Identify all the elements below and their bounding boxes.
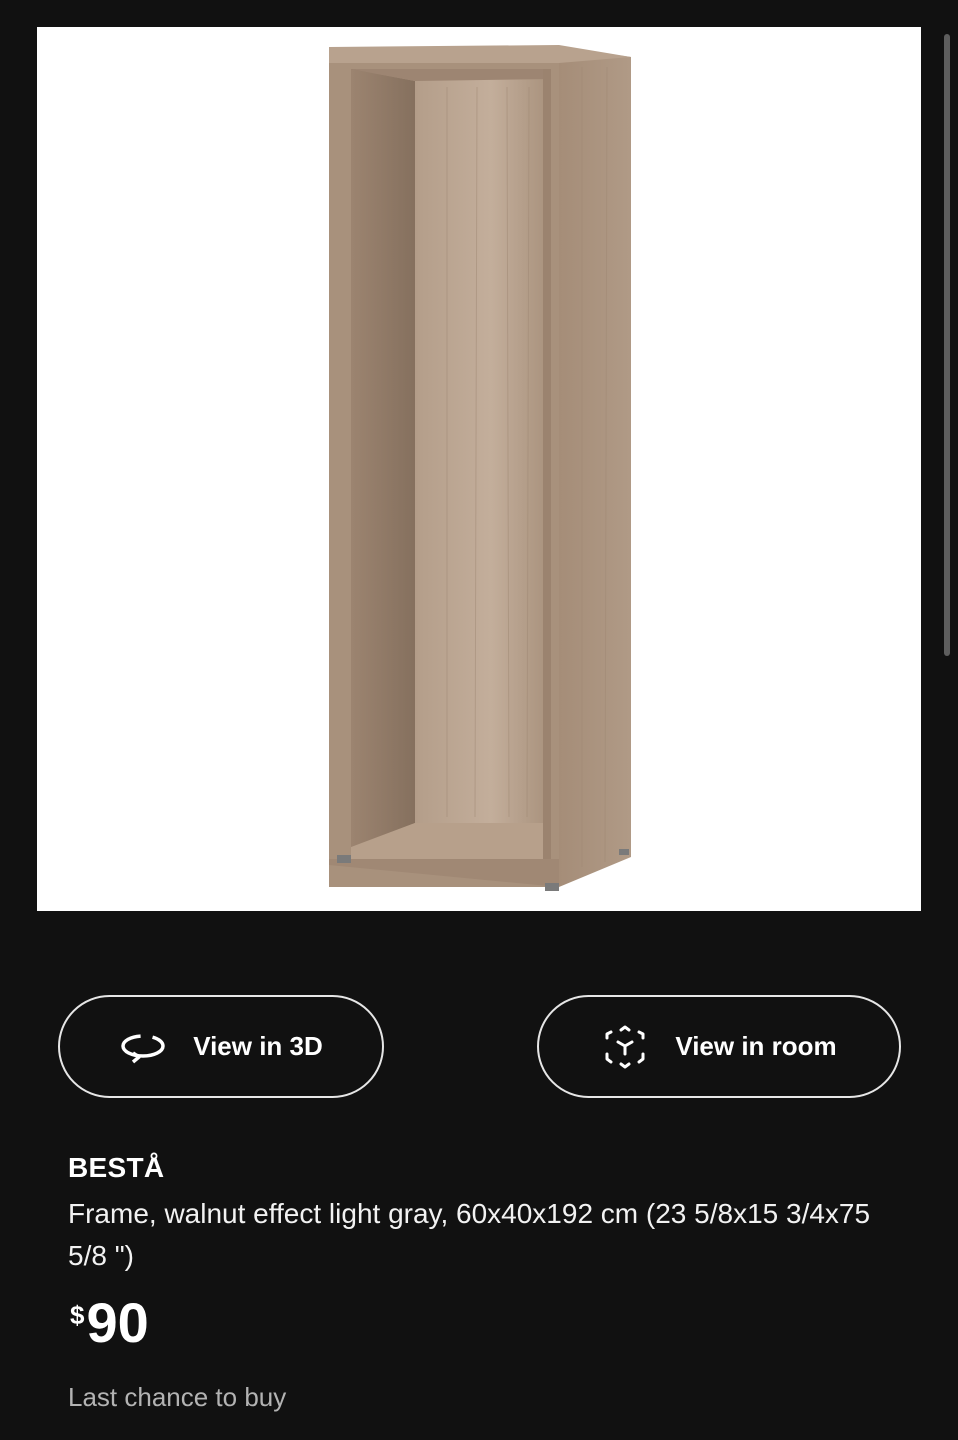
rotate-3d-icon: [119, 1023, 167, 1071]
price-currency: $: [70, 1300, 85, 1330]
ar-cube-icon: [601, 1023, 649, 1071]
scrollbar[interactable]: [944, 34, 950, 656]
product-description: Frame, walnut effect light gray, 60x40x1…: [68, 1198, 871, 1271]
wood-frame-illustration: [329, 45, 631, 891]
view-in-room-button[interactable]: View in room: [537, 995, 901, 1098]
product-name[interactable]: BESTÅ: [68, 1152, 164, 1184]
view-in-3d-label: View in 3D: [193, 1031, 323, 1061]
price-amount: 90: [86, 1291, 149, 1354]
view-in-3d-button[interactable]: View in 3D: [58, 995, 384, 1098]
product-price: $ 90: [70, 1290, 149, 1356]
view-in-room-label: View in room: [675, 1031, 837, 1061]
availability-status: Last chance to buy: [68, 1382, 287, 1412]
product-image[interactable]: [37, 27, 921, 911]
